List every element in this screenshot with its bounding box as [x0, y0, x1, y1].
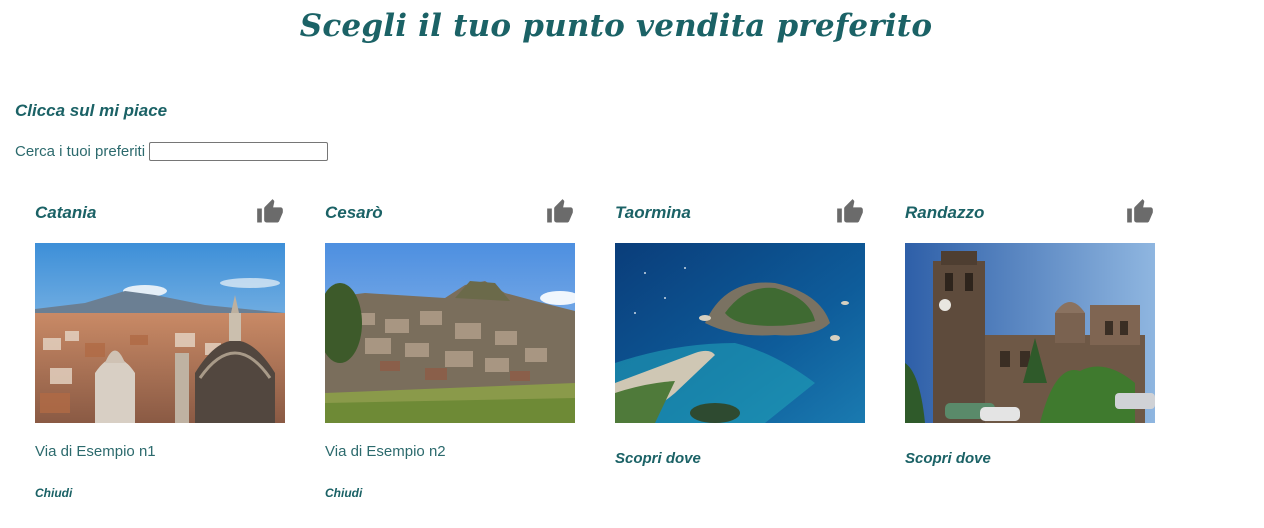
close-link[interactable]: Chiudi — [325, 486, 362, 500]
search-input[interactable] — [149, 142, 329, 161]
discover-link[interactable]: Scopri dove — [905, 450, 991, 467]
cesaro-village-photo — [325, 243, 575, 423]
discover-link[interactable]: Scopri dove — [615, 450, 701, 467]
card-header: Catania — [35, 196, 285, 230]
search-label: Cerca i tuoi preferiti — [15, 143, 146, 160]
card-header: Taormina — [615, 196, 865, 230]
thumbs-up-icon[interactable] — [255, 198, 285, 226]
store-name: Cesarò — [325, 203, 383, 222]
store-name: Randazzo — [905, 203, 985, 222]
thumbs-up-icon[interactable] — [545, 198, 575, 226]
thumbs-up-icon[interactable] — [1125, 198, 1155, 226]
store-name: Taormina — [615, 203, 691, 222]
catania-city-photo — [35, 243, 285, 423]
thumbs-up-icon[interactable] — [835, 198, 865, 226]
card-header: Cesarò — [325, 196, 575, 230]
store-address: Via di Esempio n2 — [325, 443, 446, 460]
search-row: Cerca i tuoi preferiti — [15, 142, 329, 161]
store-card-cesaro: Cesarò Via di Esempio n2 Chiudi — [325, 196, 575, 516]
store-card-catania: Catania Via di Esempio n1 Chiudi — [35, 196, 285, 516]
store-card-taormina: Taormina Scopri dove — [615, 196, 865, 516]
store-name: Catania — [35, 203, 97, 222]
randazzo-cathedral-photo — [905, 243, 1155, 423]
store-card-randazzo: Randazzo Scopri dove — [905, 196, 1155, 516]
store-address: Via di Esempio n1 — [35, 443, 156, 460]
subtitle: Clicca sul mi piace — [15, 101, 168, 120]
page-title: Scegli il tuo punto vendita preferito — [299, 8, 933, 44]
taormina-isola-bella-photo — [615, 243, 865, 423]
close-link[interactable]: Chiudi — [35, 486, 72, 500]
card-header: Randazzo — [905, 196, 1155, 230]
